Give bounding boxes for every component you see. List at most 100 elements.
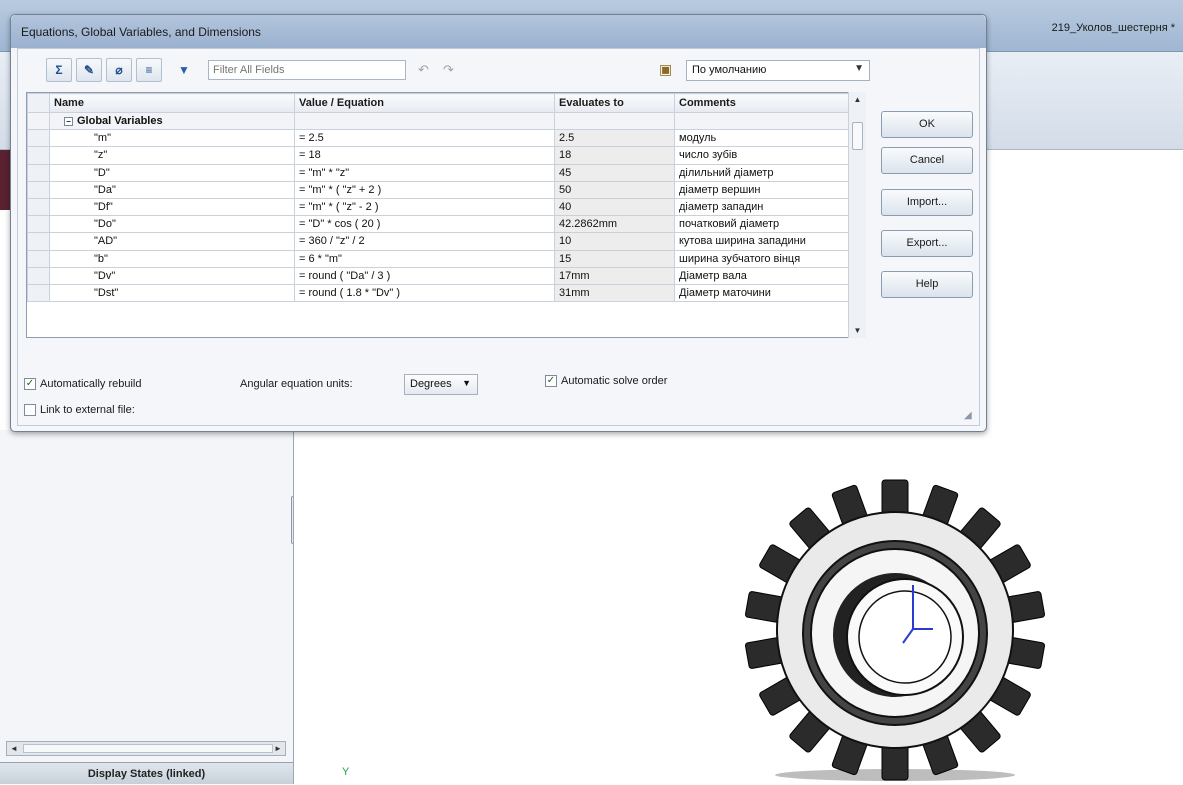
link-external-checkbox[interactable]	[24, 404, 36, 416]
equation-view-icon[interactable]: Σ	[46, 58, 72, 82]
evaluates-to-cell: 17mm	[554, 266, 675, 285]
variable-name-cell[interactable]: "D"	[49, 163, 295, 182]
evaluates-to-cell: 15	[554, 249, 675, 268]
auto-solve-label: Automatic solve order	[561, 375, 668, 387]
configuration-select[interactable]: По умолчанию ▼	[686, 60, 870, 81]
variable-name-cell[interactable]: "Da"	[49, 180, 295, 199]
value-equation-cell[interactable]: = "m" * ( "z" + 2 )	[294, 180, 555, 199]
comment-cell[interactable]: початковий діаметр	[674, 215, 850, 234]
table-row[interactable]: "b" = 6 * "m" 15 ширина зубчатого вінця	[27, 249, 850, 268]
task-pane-tab[interactable]	[0, 150, 10, 210]
scroll-left-icon[interactable]: ◄	[7, 742, 21, 755]
row-gutter	[27, 163, 50, 182]
document-title: 219_Уколов_шестерня *	[1051, 22, 1175, 34]
comment-cell[interactable]: Діаметр маточини	[674, 283, 850, 303]
scrollbar-thumb[interactable]	[852, 122, 863, 150]
scroll-up-icon[interactable]: ▲	[849, 92, 866, 107]
row-gutter	[27, 111, 50, 131]
scroll-down-icon[interactable]: ▼	[849, 323, 866, 338]
comment-cell[interactable]: модуль	[674, 129, 850, 148]
group-row-global-variables[interactable]: − Global Variables	[27, 111, 850, 131]
comment-cell[interactable]: ширина зубчатого вінця	[674, 249, 850, 268]
sketch-equation-view-icon[interactable]: ✎	[76, 58, 102, 82]
dimension-view-icon[interactable]: ⌀	[106, 58, 132, 82]
table-row[interactable]: "Do" = "D" * cos ( 20 ) 42.2862mm початкови…	[27, 215, 850, 234]
ordered-view-icon[interactable]: ≡	[136, 58, 162, 82]
auto-rebuild-option[interactable]: ✓ Automatically rebuild	[24, 378, 142, 390]
group-evaluates-cell	[554, 111, 675, 131]
table-header-row: Name Value / Equation Evaluates to Comme…	[27, 93, 850, 113]
row-gutter	[27, 180, 50, 199]
collapse-icon[interactable]: −	[64, 116, 73, 126]
table-row[interactable]: "m" = 2.5 2.5 модуль	[27, 129, 850, 148]
value-equation-cell[interactable]: = "D" * cos ( 20 )	[294, 215, 555, 234]
value-equation-cell[interactable]: = round ( "Da" / 3 )	[294, 266, 555, 285]
table-row[interactable]: "D" = "m" * "z" 45 ділильний діаметр	[27, 163, 850, 182]
comment-cell[interactable]: число зубів	[674, 146, 850, 165]
dialog-titlebar[interactable]: Equations, Global Variables, and Dimensi…	[11, 15, 986, 48]
group-label: Global Variables	[77, 115, 163, 128]
table-row[interactable]: "AD" = 360 / "z" / 2 10 кутова ширина запад…	[27, 232, 850, 251]
table-vertical-scrollbar[interactable]: ▲ ▼	[848, 92, 866, 338]
ok-button[interactable]: OK	[881, 111, 973, 138]
value-equation-cell[interactable]: = round ( 1.8 * "Dv" )	[294, 283, 555, 303]
comment-cell[interactable]: кутова ширина западини	[674, 232, 850, 251]
display-states-panel[interactable]: Display States (linked)	[0, 762, 293, 784]
angular-units-select[interactable]: Degrees ▼	[404, 374, 478, 395]
scroll-right-icon[interactable]: ►	[271, 742, 285, 755]
filter-input[interactable]	[208, 60, 406, 80]
row-gutter-header	[27, 93, 50, 113]
variable-name-cell[interactable]: "Df"	[49, 197, 295, 217]
table-row[interactable]: "Da" = "m" * ( "z" + 2 ) 50 діаметр вершин	[27, 180, 850, 199]
variable-name-cell[interactable]: "m"	[49, 129, 295, 148]
tree-horizontal-scrollbar[interactable]: ◄ ►	[6, 741, 286, 756]
value-equation-cell[interactable]: = "m" * "z"	[294, 163, 555, 182]
column-header-name[interactable]: Name	[49, 93, 295, 113]
table-row[interactable]: "Dv" = round ( "Da" / 3 ) 17mm Діаметр вала	[27, 266, 850, 285]
help-button[interactable]: Help	[881, 271, 973, 298]
row-gutter	[27, 232, 50, 251]
variable-name-cell[interactable]: "Dv"	[49, 266, 295, 285]
value-equation-cell[interactable]: = 6 * "m"	[294, 249, 555, 268]
undo-icon[interactable]: ↶	[418, 62, 429, 78]
auto-solve-checkbox[interactable]: ✓	[545, 375, 557, 387]
variable-name-cell[interactable]: "Do"	[49, 215, 295, 234]
comment-cell[interactable]: діаметр вершин	[674, 180, 850, 199]
value-equation-cell[interactable]: = 2.5	[294, 129, 555, 148]
scrollbar-thumb[interactable]	[23, 744, 273, 753]
column-header-evaluates[interactable]: Evaluates to	[554, 93, 675, 113]
variable-name-cell[interactable]: "z"	[49, 146, 295, 165]
evaluates-to-cell: 40	[554, 197, 675, 217]
column-header-comments[interactable]: Comments	[674, 93, 850, 113]
link-external-label: Link to external file:	[40, 404, 135, 416]
cancel-button[interactable]: Cancel	[881, 147, 973, 174]
export-button[interactable]: Export...	[881, 230, 973, 257]
import-button[interactable]: Import...	[881, 189, 973, 216]
variable-name-cell[interactable]: "AD"	[49, 232, 295, 251]
chevron-down-icon: ▼	[462, 378, 471, 388]
comment-cell[interactable]: ділильний діаметр	[674, 163, 850, 182]
resize-grip-icon[interactable]: ◢	[964, 410, 976, 422]
row-gutter	[27, 146, 50, 165]
table-row[interactable]: "z" = 18 18 число зубів	[27, 146, 850, 165]
comment-cell[interactable]: Діаметр вала	[674, 266, 850, 285]
variable-name-cell[interactable]: "b"	[49, 249, 295, 268]
gear-model-icon[interactable]	[745, 455, 1045, 785]
value-equation-cell[interactable]: = 18	[294, 146, 555, 165]
group-comment-cell	[674, 111, 850, 131]
value-equation-cell[interactable]: = "m" * ( "z" - 2 )	[294, 197, 555, 217]
group-label-cell[interactable]: − Global Variables	[49, 111, 295, 131]
table-row[interactable]: "Df" = "m" * ( "z" - 2 ) 40 діаметр западин	[27, 197, 850, 217]
comment-cell[interactable]: діаметр западин	[674, 197, 850, 217]
equations-table-container: Name Value / Equation Evaluates to Comme…	[26, 92, 866, 338]
variable-name-cell[interactable]: "Dst"	[49, 283, 295, 303]
link-external-option[interactable]: Link to external file:	[24, 404, 135, 416]
equations-dialog: Equations, Global Variables, and Dimensi…	[10, 14, 987, 432]
equations-table: Name Value / Equation Evaluates to Comme…	[27, 93, 850, 303]
auto-rebuild-checkbox[interactable]: ✓	[24, 378, 36, 390]
column-header-value[interactable]: Value / Equation	[294, 93, 555, 113]
value-equation-cell[interactable]: = 360 / "z" / 2	[294, 232, 555, 251]
table-row[interactable]: "Dst" = round ( 1.8 * "Dv" ) 31mm Діаметр м…	[27, 283, 850, 303]
redo-icon[interactable]: ↷	[443, 62, 454, 78]
auto-solve-option[interactable]: ✓ Automatic solve order	[545, 375, 667, 387]
